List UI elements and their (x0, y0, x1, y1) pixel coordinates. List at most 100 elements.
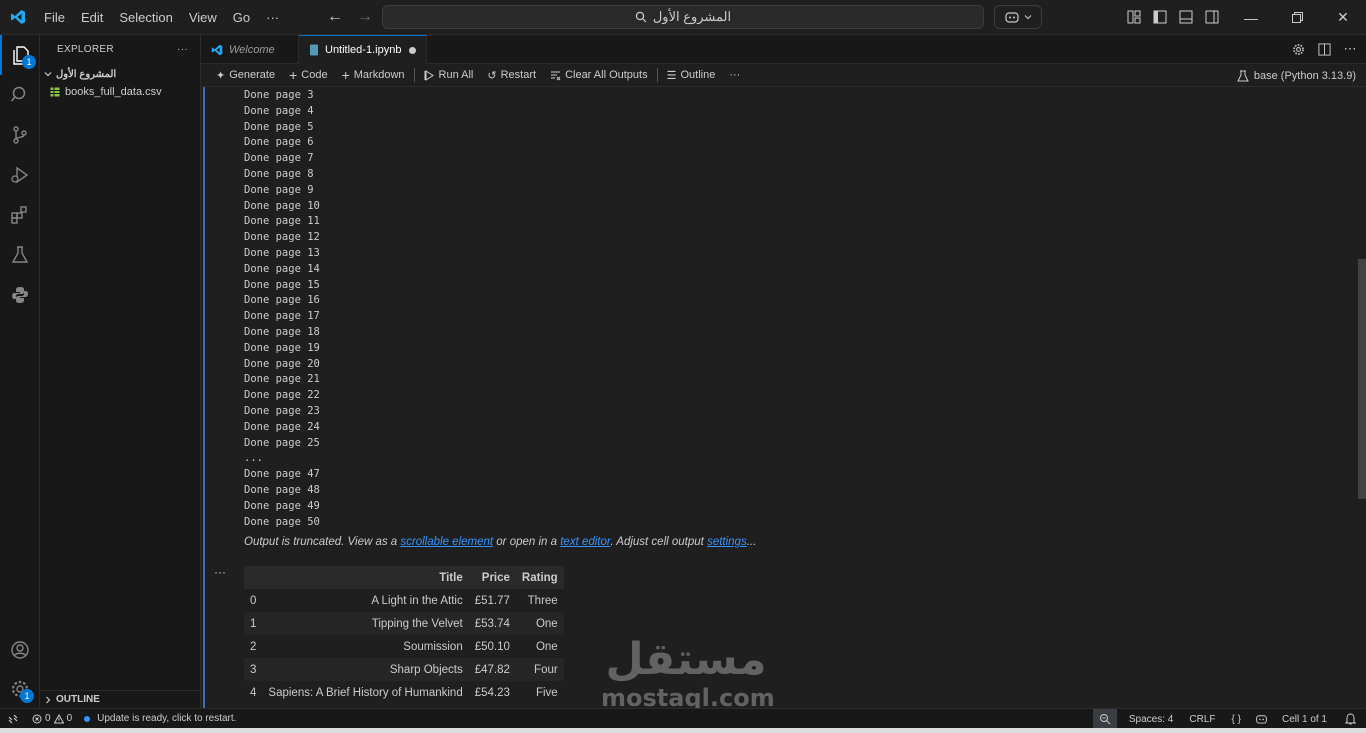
problems-indicator[interactable]: 0 0 (26, 709, 78, 729)
folder-name: المشروع الأول (56, 68, 117, 80)
outline-label: Outline (680, 69, 716, 81)
tab-welcome[interactable]: Welcome (201, 35, 299, 64)
text-editor-link[interactable]: text editor (560, 536, 610, 548)
kernel-picker[interactable]: base (Python 3.13.9) (1237, 64, 1356, 87)
account-icon[interactable] (0, 630, 40, 670)
close-icon[interactable]: ✕ (1320, 0, 1366, 35)
menu-selection[interactable]: Selection (111, 0, 180, 35)
search-icon[interactable] (0, 75, 40, 115)
cell-position-indicator[interactable]: Cell 1 of 1 (1274, 709, 1335, 729)
output-line: Done page 24 (244, 420, 320, 433)
settings-gear-icon[interactable]: 1 (0, 669, 40, 709)
settings-gear-icon[interactable] (1290, 41, 1306, 57)
plus-icon: + (341, 67, 350, 83)
generate-button[interactable]: ✦ Generate (209, 64, 282, 87)
explorer-icon[interactable]: 1 (0, 35, 40, 75)
restart-button[interactable]: ↺ Restart (480, 64, 543, 87)
minimize-icon[interactable]: — (1228, 0, 1274, 35)
menu-go[interactable]: Go (225, 0, 258, 35)
run-all-button[interactable]: Run All (417, 64, 481, 87)
output-line: Done page 23 (244, 404, 320, 417)
table-row: 4 Sapiens: A Brief History of Humankind … (244, 681, 564, 704)
toggle-panel-icon[interactable] (1176, 7, 1196, 27)
folder-row[interactable]: المشروع الأول (40, 65, 200, 83)
table-row: 3 Sharp Objects £47.82 Four (244, 658, 564, 681)
indentation-indicator[interactable]: Spaces: 4 (1117, 709, 1181, 729)
copilot-button[interactable] (994, 5, 1042, 29)
toolbar-divider (656, 68, 658, 82)
menu-view[interactable]: View (181, 0, 225, 35)
more-actions-icon[interactable]: ⋯ (1342, 41, 1358, 57)
sparkle-icon: ✦ (216, 69, 226, 82)
toggle-primary-sidebar-icon[interactable] (1150, 7, 1170, 27)
update-notification[interactable]: Update is ready, click to restart. (78, 709, 242, 729)
zoom-indicator[interactable] (1092, 709, 1117, 729)
unsaved-dot-icon[interactable] (409, 46, 416, 54)
outline-section-header[interactable]: OUTLINE (40, 690, 201, 708)
copilot-status-icon[interactable] (1249, 709, 1274, 729)
title-bar: File Edit Selection View Go ··· ← → المش… (0, 0, 1366, 35)
output-line: Done page 4 (244, 104, 314, 117)
menu-edit[interactable]: Edit (73, 0, 111, 35)
editor-actions: ⋯ (1290, 41, 1358, 57)
output-settings-link[interactable]: settings (707, 536, 747, 548)
output-line: Done page 48 (244, 483, 320, 496)
warning-icon (53, 713, 64, 723)
toolbar-more-button[interactable]: ··· (722, 64, 747, 87)
testing-flask-icon[interactable] (0, 235, 40, 275)
scrollable-element-link[interactable]: scrollable element (400, 536, 493, 548)
copilot-icon (1005, 12, 1019, 23)
output-line: Done page 25 (244, 436, 320, 449)
markdown-label: Markdown (353, 69, 405, 81)
clear-outputs-button[interactable]: Clear All Outputs (543, 64, 655, 87)
forward-arrow-icon[interactable]: → (355, 7, 375, 27)
table-header: Title (262, 566, 469, 589)
vscode-logo-icon (211, 44, 223, 55)
file-name: books_full_data.csv (65, 86, 162, 98)
menu-file[interactable]: File (36, 0, 73, 35)
explorer-more-button[interactable]: ··· (177, 44, 188, 55)
run-all-label: Run All (438, 69, 474, 81)
output-line: Done page 20 (244, 357, 320, 370)
restore-icon[interactable] (1274, 0, 1320, 35)
run-debug-icon[interactable] (0, 155, 40, 195)
toggle-secondary-sidebar-icon[interactable] (1202, 7, 1222, 27)
output-line: ... (244, 452, 263, 465)
file-row[interactable]: books_full_data.csv (40, 83, 200, 101)
remote-indicator-icon[interactable] (0, 709, 26, 729)
tab-notebook[interactable]: Untitled-1.ipynb (299, 35, 427, 64)
explorer-header: EXPLORER ··· (40, 35, 200, 63)
language-mode-indicator[interactable]: { } (1224, 709, 1249, 729)
output-line: Done page 8 (244, 167, 314, 180)
clear-all-icon (551, 71, 561, 80)
watermark-latin: mostaql.com (601, 684, 775, 708)
watermark-arabic: مستقل (605, 634, 767, 685)
notifications-bell-icon[interactable] (1335, 709, 1366, 729)
split-editor-icon[interactable] (1316, 41, 1332, 57)
python-icon[interactable] (0, 275, 40, 315)
customize-layout-icon[interactable] (1124, 7, 1144, 27)
back-arrow-icon[interactable]: ← (325, 7, 345, 27)
truncation-text: Output is truncated. View as a (244, 536, 401, 548)
command-center-search[interactable]: المشروع الأول (382, 5, 984, 29)
status-bar-right: Spaces: 4 CRLF { } Cell 1 of 1 (1092, 709, 1366, 729)
editor-scrollbar[interactable] (1358, 259, 1366, 499)
menu-more[interactable]: ··· (258, 0, 287, 35)
add-code-button[interactable]: + Code (282, 64, 334, 87)
output-line: Done page 10 (244, 199, 320, 212)
output-line: Done page 5 (244, 120, 314, 133)
error-icon (32, 714, 42, 723)
eol-indicator[interactable]: CRLF (1181, 709, 1223, 729)
add-markdown-button[interactable]: + Markdown (335, 64, 412, 87)
table-cell: Five (535, 686, 558, 699)
table-cell: 0 (250, 594, 257, 607)
outline-button[interactable]: ☰ Outline (660, 64, 723, 87)
output-line: Done page 11 (244, 215, 320, 228)
status-bar: 0 0 Update is ready, click to restart. S… (0, 708, 1366, 729)
extensions-icon[interactable] (0, 195, 40, 235)
output-menu-button[interactable]: ··· (214, 565, 226, 579)
toolbar-divider (413, 68, 415, 82)
source-control-icon[interactable] (0, 115, 40, 155)
table-row: 1 Tipping the Velvet £53.74 One (244, 612, 564, 635)
plus-icon: + (289, 67, 298, 83)
